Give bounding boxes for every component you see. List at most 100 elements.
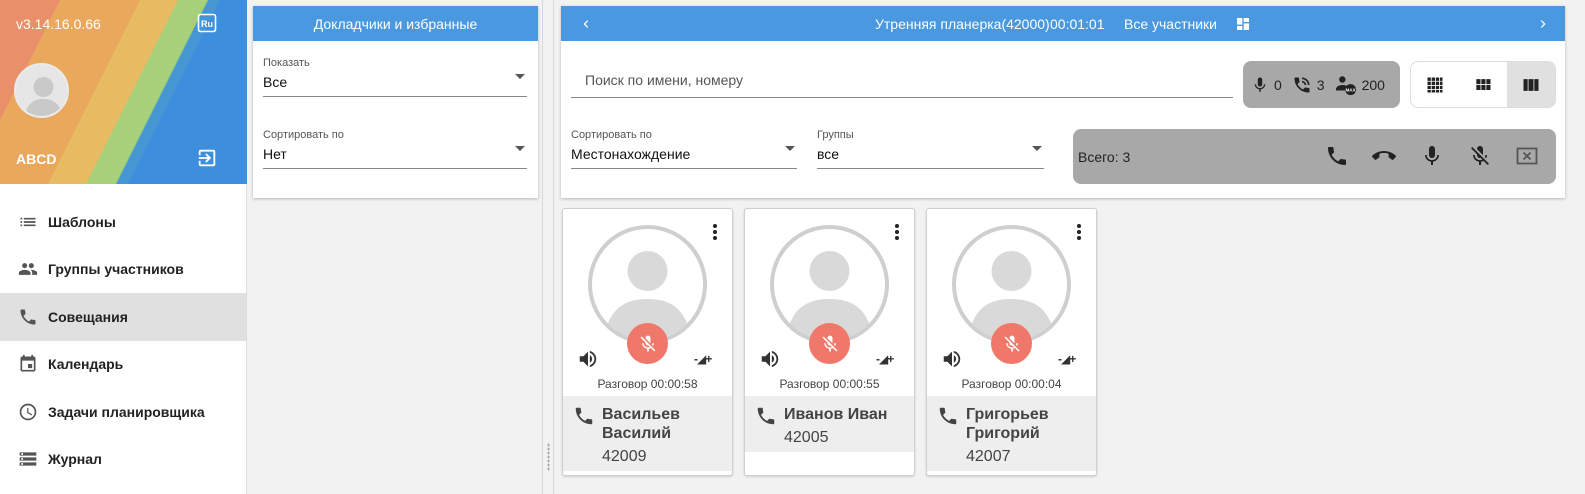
participants-filter[interactable]: Все участники <box>1124 16 1217 32</box>
nav-item-journal[interactable]: Журнал <box>0 436 246 484</box>
dashboard-icon[interactable] <box>1235 16 1251 32</box>
phone-in-talk-icon <box>1294 77 1310 92</box>
participant-info: Васильев Василий 42009 <box>563 396 732 471</box>
panel-splitter[interactable] <box>542 0 554 494</box>
app-version: v3.14.16.0.66 <box>16 16 101 32</box>
mute-toggle-button[interactable] <box>627 323 668 364</box>
user-name: ABCD <box>16 151 57 167</box>
participant-name: Иванов Иван <box>784 406 888 423</box>
grid-medium-icon <box>1476 78 1491 90</box>
mic-off-icon <box>1004 335 1019 351</box>
nav-label: Совещания <box>48 308 128 325</box>
phone-icon <box>20 309 36 325</box>
groups-select[interactable]: Группы все <box>817 129 1044 169</box>
sort-select-value: Нет <box>263 146 287 162</box>
volume-icon[interactable] <box>577 348 599 370</box>
logout-icon[interactable] <box>196 147 218 169</box>
mute-all-icon[interactable] <box>1468 144 1492 168</box>
clock-icon <box>19 403 37 421</box>
calls-count: 3 <box>1316 76 1325 93</box>
sort-select[interactable]: Сортировать по Нет <box>263 129 527 169</box>
participant-card[interactable]: -◢+ Разговор 00:00:58 Васильев Василий 4… <box>562 208 733 476</box>
groups-value: все <box>817 146 840 162</box>
nav-item-meetings[interactable]: Совещания <box>0 293 246 341</box>
list-icon <box>20 217 36 226</box>
nav-label: Журнал <box>48 451 102 468</box>
chevron-right-icon[interactable] <box>1536 17 1550 31</box>
dropdown-arrow-icon <box>785 146 795 151</box>
participant-card[interactable]: -◢+ Разговор 00:00:55 Иванов Иван 42005 <box>744 208 915 476</box>
nav-label: Шаблоны <box>48 213 116 230</box>
nav-item-scheduler[interactable]: Задачи планировщика <box>0 388 246 436</box>
speakers-panel: Докладчики и избранные Показать Все Сорт… <box>253 6 538 198</box>
max-counter: MAX 200 <box>1335 74 1385 96</box>
max-participants-icon: MAX <box>1335 75 1356 95</box>
participant-info: Иванов Иван 42005 <box>745 396 914 452</box>
conf-sort-select[interactable]: Сортировать по Местонахождение <box>571 129 797 169</box>
participant-info: Григорьев Григорий 42007 <box>927 396 1096 471</box>
sidebar-header: v3.14.16.0.66 Ru ABCD <box>0 0 247 184</box>
calls-counter: 3 <box>1292 75 1325 95</box>
chevron-left-icon[interactable] <box>579 17 593 31</box>
view-switcher <box>1410 61 1556 108</box>
volume-level-control[interactable]: -◢+ <box>876 352 894 366</box>
group-actions-bar: Всего: 3 <box>1073 129 1556 184</box>
nav-label: Календарь <box>48 356 124 373</box>
participant-number: 42009 <box>602 448 647 465</box>
volume-icon[interactable] <box>941 348 963 370</box>
nav-label: Задачи планировщика <box>48 403 205 420</box>
show-select[interactable]: Показать Все <box>263 57 527 97</box>
more-vert-icon[interactable] <box>894 223 900 241</box>
user-avatar[interactable] <box>14 63 69 118</box>
view-small-grid-button[interactable] <box>1411 62 1459 107</box>
conf-sort-label: Сортировать по <box>571 129 652 141</box>
volume-level-control[interactable]: -◢+ <box>694 352 712 366</box>
language-icon[interactable]: Ru <box>197 13 217 33</box>
more-vert-icon[interactable] <box>712 223 718 241</box>
sidebar: v3.14.16.0.66 Ru ABCD Шаблоны Группы уча… <box>0 0 247 494</box>
journal-icon <box>19 452 37 466</box>
show-select-value: Все <box>263 74 288 90</box>
remove-all-icon[interactable] <box>1515 144 1539 168</box>
mute-toggle-button[interactable] <box>991 323 1032 364</box>
conference-header: Утренняя планерка(42000) 00:01:01 Все уч… <box>561 6 1565 41</box>
more-vert-icon[interactable] <box>1076 223 1082 241</box>
hangup-all-icon[interactable] <box>1372 144 1396 168</box>
grid-small-icon <box>1427 77 1443 92</box>
speakers-panel-title: Докладчики и избранные <box>253 6 538 41</box>
total-count: Всего: 3 <box>1078 149 1131 165</box>
volume-icon[interactable] <box>759 348 781 370</box>
language-label: Ru <box>201 19 213 29</box>
dropdown-arrow-icon <box>1032 146 1042 151</box>
view-medium-grid-button[interactable] <box>1459 62 1507 107</box>
main-nav: Шаблоны Группы участников Совещания Кале… <box>0 198 246 483</box>
dropdown-arrow-icon <box>515 74 525 79</box>
conf-sort-value: Местонахождение <box>571 146 691 162</box>
search-input[interactable] <box>571 62 1233 98</box>
sort-select-label: Сортировать по <box>263 129 344 141</box>
call-status: Разговор 00:00:58 <box>597 377 698 391</box>
mute-toggle-button[interactable] <box>809 323 850 364</box>
conference-timer: 00:01:01 <box>1050 16 1105 32</box>
phone-icon <box>939 407 957 425</box>
phone-icon <box>575 407 593 425</box>
call-all-icon[interactable] <box>1325 144 1349 168</box>
participant-card[interactable]: -◢+ Разговор 00:00:04 Григорьев Григорий… <box>926 208 1097 476</box>
mic-count: 0 <box>1274 76 1282 93</box>
view-column-icon <box>1523 78 1539 91</box>
unmute-all-icon[interactable] <box>1420 144 1444 168</box>
conference-title: Утренняя планерка(42000) <box>875 16 1050 32</box>
nav-item-groups[interactable]: Группы участников <box>0 246 246 294</box>
participant-name: Васильев Василий <box>602 406 680 442</box>
call-status: Разговор 00:00:55 <box>779 377 880 391</box>
drag-handle-icon[interactable] <box>547 443 550 471</box>
mic-off-icon <box>640 335 655 351</box>
nav-item-templates[interactable]: Шаблоны <box>0 198 246 246</box>
volume-level-control[interactable]: -◢+ <box>1058 352 1076 366</box>
svg-text:MAX: MAX <box>1345 87 1356 92</box>
phone-icon <box>757 407 775 425</box>
call-status: Разговор 00:00:04 <box>961 377 1062 391</box>
mic-off-icon <box>822 335 837 351</box>
view-columns-button[interactable] <box>1507 62 1555 107</box>
nav-item-calendar[interactable]: Календарь <box>0 341 246 389</box>
